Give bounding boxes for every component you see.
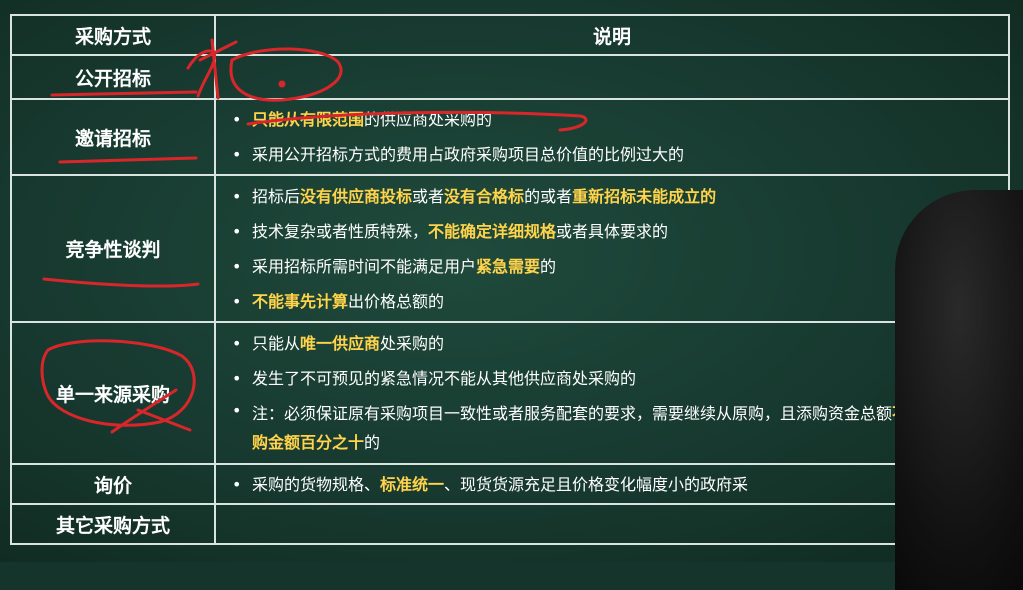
table-row: 竞争性谈判 招标后没有供应商投标或者没有合格标的或者重新招标未能成立的技术复杂或… [10, 174, 1010, 323]
method-description [214, 54, 1010, 100]
bullet-item: 采用招标所需时间不能满足用户紧急需要的 [230, 249, 1008, 284]
table-row: 单一来源采购 只能从唯一供应商处采购的发生了不可预见的紧急情况不能从其他供应商处… [10, 321, 1010, 465]
highlight-text: 紧急需要 [476, 256, 541, 276]
bullet-item: 采用公开招标方式的费用占政府采购项目总价值的比例过大的 [230, 137, 1008, 172]
method-name: 竞争性谈判 [10, 174, 216, 323]
header-description: 说明 [214, 14, 1010, 56]
bullet-text: 发生了不可预见的紧急情况不能从其他供应商处采购的 [252, 369, 637, 388]
method-name: 询价 [10, 463, 216, 505]
bullet-list: 只能从唯一供应商处采购的发生了不可预见的紧急情况不能从其他供应商处采购的注：必须… [216, 326, 1008, 460]
bullet-text: 购，且添购资金总额 [748, 404, 893, 423]
bullet-text: 的 [364, 433, 381, 452]
method-description: 招标后没有供应商投标或者没有合格标的或者重新招标未能成立的技术复杂或者性质特殊，… [214, 174, 1010, 323]
highlight-text: 标准统一 [380, 474, 445, 494]
method-description: 只能从有限范围的供应商处采购的采用公开招标方式的费用占政府采购项目总价值的比例过… [214, 98, 1010, 176]
bullet-text: 出价格总额的 [348, 291, 445, 311]
bullet-text: 采用招标所需时间不能满足用户 [252, 256, 477, 276]
bullet-text: 采用公开招标方式的费用占政府采购项目总价值的比例过大的 [252, 145, 685, 164]
bullet-item: 招标后没有供应商投标或者没有合格标的或者重新招标未能成立的 [230, 179, 1008, 214]
bullet-item: 发生了不可预见的紧急情况不能从其他供应商处采购的 [230, 361, 1008, 396]
bullet-text: 或者 [412, 186, 445, 206]
bullet-text: 处采购的 [380, 334, 445, 353]
method-description [214, 503, 1010, 545]
table-row: 公开招标 [10, 54, 1010, 100]
bullet-item: 采购的货物规格、标准统一、现货货源充足且价格变化幅度小的政府采 [230, 467, 1008, 502]
highlight-text: 重新招标未能成立的 [572, 186, 717, 206]
method-description: 只能从唯一供应商处采购的发生了不可预见的紧急情况不能从其他供应商处采购的注：必须… [214, 321, 1010, 465]
bullet-text: 的或者 [524, 186, 573, 206]
bullet-text: 的供应商处采购的 [364, 110, 493, 129]
bullet-item: 不能事先计算出价格总额的 [230, 284, 1008, 319]
bullet-item: 只能从有限范围的供应商处采购的 [230, 102, 1008, 137]
bullet-text: 或者具体要求的 [556, 221, 669, 241]
bullet-text: 招标后 [252, 186, 301, 206]
highlight-text: 唯一供应商 [300, 334, 381, 353]
bullet-text: 的 [540, 256, 557, 276]
bullet-text: 技术复杂或者性质特殊， [252, 221, 429, 241]
method-name: 单一来源采购 [10, 321, 216, 465]
method-name: 公开招标 [10, 54, 216, 100]
highlight-text: 不能事先计算 [252, 291, 349, 311]
highlight-text: 不能确定详细规格 [428, 221, 557, 241]
header-method: 采购方式 [10, 14, 216, 56]
bullet-text: 采购的货物规格、 [252, 474, 381, 494]
bullet-list: 招标后没有供应商投标或者没有合格标的或者重新招标未能成立的技术复杂或者性质特殊，… [216, 179, 1008, 319]
method-description: 采购的货物规格、标准统一、现货货源充足且价格变化幅度小的政府采 [214, 463, 1010, 505]
method-name: 其它采购方式 [10, 503, 216, 545]
procurement-methods-table: 采购方式 说明 公开招标 邀请招标 只能从有限范围的供应商处采购的采用公开招标方… [10, 14, 1010, 545]
bullet-text: 只能从 [252, 334, 301, 353]
table-row: 其它采购方式 [10, 503, 1010, 545]
method-name: 邀请招标 [10, 98, 216, 176]
bullet-list: 采购的货物规格、标准统一、现货货源充足且价格变化幅度小的政府采 [216, 467, 1008, 502]
highlight-text: 没有合格标 [444, 186, 525, 206]
bullet-item: 只能从唯一供应商处采购的 [230, 326, 1008, 361]
bullet-text: 、现货货源充足且价格变化幅度小的政府采 [444, 474, 749, 494]
highlight-text: 只能从有限范围 [252, 110, 365, 129]
table-row: 邀请招标 只能从有限范围的供应商处采购的采用公开招标方式的费用占政府采购项目总价… [10, 98, 1010, 176]
bullet-text: 注：必须保证原有采购项目一致性或者服务配套的要求，需要继续从原 [252, 404, 749, 423]
bullet-item: 技术复杂或者性质特殊，不能确定详细规格或者具体要求的 [230, 214, 1008, 249]
bullet-list: 只能从有限范围的供应商处采购的采用公开招标方式的费用占政府采购项目总价值的比例过… [216, 102, 1008, 172]
table-row: 询价 采购的货物规格、标准统一、现货货源充足且价格变化幅度小的政府采 [10, 463, 1010, 505]
highlight-text: 没有供应商投标 [300, 186, 413, 206]
table-header-row: 采购方式 说明 [10, 14, 1010, 56]
presenter-silhouette [895, 190, 1023, 590]
bullet-item: 注：必须保证原有采购项目一致性或者服务配套的要求，需要继续从原购，且添购资金总额… [230, 396, 1008, 460]
